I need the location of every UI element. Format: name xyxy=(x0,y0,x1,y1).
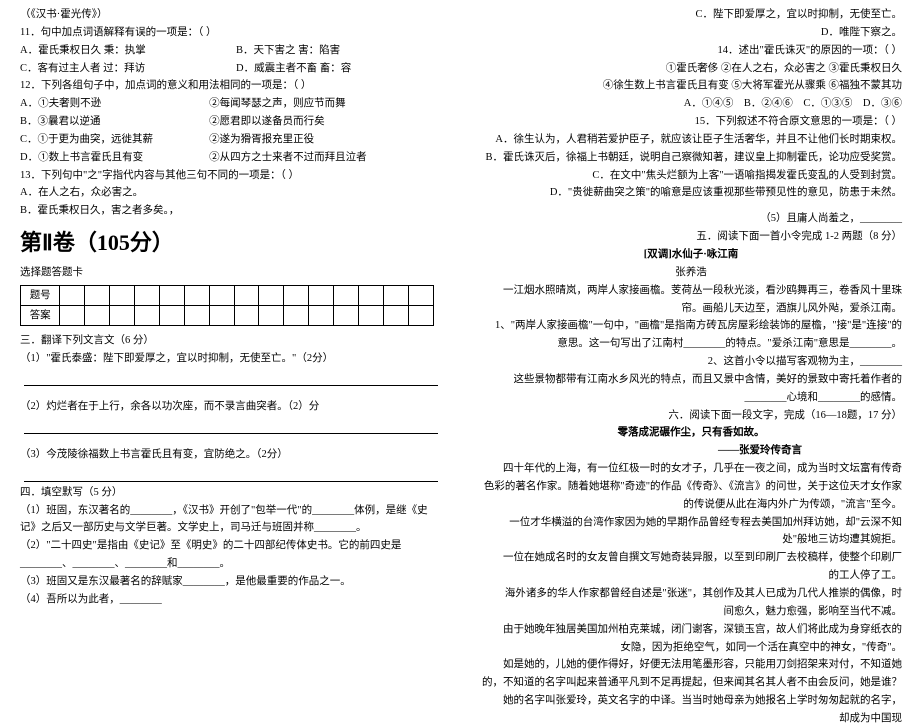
cell[interactable] xyxy=(358,306,383,326)
q5-2a: 2、这首小令以描写客观物为主，________ xyxy=(480,353,902,371)
cell[interactable] xyxy=(383,286,408,306)
q14-opts: A．①④⑤ B．②④⑥ C．①③⑤ D．③⑥ xyxy=(480,95,902,113)
section-3: 三．翻译下列文言文（6 分） xyxy=(20,332,442,350)
cell[interactable] xyxy=(184,286,209,306)
q12a1: A．①夫奢则不逊 xyxy=(20,95,199,113)
cell[interactable] xyxy=(184,306,209,326)
q5-1: 1、"两岸人家接画檐"一句中，"画檐"是指南方砖瓦房屋彩绘装饰的屋檐，"接"是"… xyxy=(480,317,902,353)
cell[interactable] xyxy=(408,286,433,306)
cell[interactable] xyxy=(85,306,110,326)
cell[interactable] xyxy=(234,286,259,306)
cell[interactable] xyxy=(110,306,135,326)
q12b1: B．③曩君以逆通 xyxy=(20,113,199,131)
cell[interactable] xyxy=(85,286,110,306)
s4-3: （3）班固又是东汉最著名的辞赋家________，是他最重要的作品之一。 xyxy=(20,573,442,591)
q13c: C．陛下即爱厚之，宜以时抑制，无使至亡。 xyxy=(480,6,902,24)
cell[interactable] xyxy=(259,306,284,326)
q12c1: C．①于更为曲突，远徙其薪 xyxy=(20,131,199,149)
q12a2: ②每闻琴瑟之声，则应节而舞 xyxy=(209,95,442,113)
q14: 14．述出"霍氏诛灭"的原因的一项：（ ） xyxy=(480,42,902,60)
para6: 如是她的，儿她的便作得好，好便无法用笔墨形容，只能用刀剑招架来对付，不知道她的，… xyxy=(480,656,902,692)
source-ref: （《汉书·霍光传》） xyxy=(20,6,442,24)
q13d: D．唯陛下察之。 xyxy=(480,24,902,42)
cell[interactable] xyxy=(159,306,184,326)
para3: 一位在她成名时的女友曾自撰文写她奇装异服，以至到印刷厂去校稿样，使整个印刷厂的工… xyxy=(480,549,902,585)
cell[interactable] xyxy=(60,286,85,306)
cell[interactable] xyxy=(383,306,408,326)
article-title: 零落成泥碾作尘，只有香如故。 xyxy=(480,424,902,442)
q14-line1: ①霍氏奢侈 ②在人之右，众必害之 ③霍氏秉权日久 xyxy=(480,60,902,78)
q14b: B．②④⑥ xyxy=(744,98,793,109)
q11: 11．句中加点词语解释有误的一项是：（ ） xyxy=(20,24,442,42)
cell[interactable] xyxy=(309,306,334,326)
blank-line[interactable] xyxy=(24,470,438,482)
para2: 一位才华横溢的台湾作家因为她的早期作品曾经专程去美国加州拜访她，却"云深不知处"… xyxy=(480,514,902,550)
s4-2: （2）"二十四史"是指由《史记》至《明史》的二十四部纪传体史书。它的前四史是__… xyxy=(20,537,442,573)
blank-line[interactable] xyxy=(24,374,438,386)
cell[interactable] xyxy=(110,286,135,306)
q15c: C．在文中"焦头烂额为上客"一语喻指揭发霍氏变乱的人受到封赏。 xyxy=(480,167,902,185)
poem-body: 一江烟水照晴岚，两岸人家接画檐。芰荷丛一段秋光淡，看沙鸥舞再三，卷香风十里珠帘。… xyxy=(480,282,902,318)
q11-ac: A．霍氏秉权日久 秉：执掌 xyxy=(20,42,226,60)
cell[interactable] xyxy=(135,286,160,306)
q15d: D．"贵徙薪曲突之策"的喻意是应该重视那些带预见性的意见，防患于未然。 xyxy=(480,184,902,202)
q13a: A．在人之右，众必害之。 xyxy=(20,184,442,202)
s4-1: （1）班固，东汉著名的________，《汉书》开创了"包举一代"的______… xyxy=(20,502,442,538)
q12d2: ②从四方之士来者不过而拜且泣者 xyxy=(209,149,442,167)
article-subtitle: ——张爱玲传奇言 xyxy=(480,442,902,460)
q14d: D．③⑥ xyxy=(863,98,902,109)
para1: 四十年代的上海，有一位红极一时的女才子，几乎在一夜之间，成为当时文坛富有传奇色彩… xyxy=(480,460,902,514)
cell[interactable] xyxy=(358,286,383,306)
q14c: C．①③⑤ xyxy=(803,98,852,109)
cell[interactable] xyxy=(209,306,234,326)
s3-2: （2）灼烂者在于上行，余各以功次座，而不录言曲突者。（2）分 xyxy=(20,398,442,416)
section-heading: 第Ⅱ卷（105分） xyxy=(20,224,442,261)
q13: 13．下列句中"之"字指代内容与其他三句不同的一项是：（ ） xyxy=(20,167,442,185)
q5-2b: 这些景物都带有江南水乡风光的特点，而且又景中含情，美好的景致中寄托着作者的___… xyxy=(480,371,902,407)
cell[interactable] xyxy=(284,286,309,306)
cell[interactable] xyxy=(209,286,234,306)
q15a: A．徐生认为，人君稍若爱护臣子，就应该让臣子生活奢华，并且不让他们长时期束权。 xyxy=(480,131,902,149)
cell[interactable] xyxy=(234,306,259,326)
cell[interactable] xyxy=(60,306,85,326)
poem-title: [双调]水仙子·咏江南 xyxy=(480,246,902,264)
row-head: 答案 xyxy=(21,306,60,326)
poem-author: 张养浩 xyxy=(480,264,902,282)
q12: 12．下列各组句子中，加点词的意义和用法相同的一项是：（ ） xyxy=(20,77,442,95)
q12d1: D．①数上书言霍氏且有变 xyxy=(20,149,199,167)
q12c2: ②遂为猾胥报充里正役 xyxy=(209,131,442,149)
cell[interactable] xyxy=(334,306,359,326)
answer-card-label: 选择题答题卡 xyxy=(20,264,442,282)
q15: 15．下列叙述不符合原文意思的一项是：（ ） xyxy=(480,113,902,131)
answer-table: 题号 答案 xyxy=(20,285,434,326)
cell[interactable] xyxy=(309,286,334,306)
para5: 由于她晚年独居美国加州柏克莱城，闭门谢客，深锁玉宫，故人们将此成为身穿纸衣的女隐… xyxy=(480,621,902,657)
cell[interactable] xyxy=(159,286,184,306)
cell[interactable] xyxy=(284,306,309,326)
q11-b: B．天下害之 害：陷害 xyxy=(236,42,442,60)
row-head: 题号 xyxy=(21,286,60,306)
s4-5: （5）且庸人尚羞之，________ xyxy=(480,210,902,228)
section-6: 六．阅读下面一段文字，完成（16—18题，17 分） xyxy=(480,407,902,425)
q12b2: ②愿君即以遂备员而行矣 xyxy=(209,113,442,131)
section-5: 五．阅读下面一首小令完成 1-2 两题（8 分） xyxy=(480,228,902,246)
cell[interactable] xyxy=(259,286,284,306)
q11-d: D．威震主者不畜 畜：容 xyxy=(236,60,442,78)
cell[interactable] xyxy=(408,306,433,326)
q13b: B．霍氏秉权日久，害之者多矣。， xyxy=(20,202,442,220)
para4: 海外诸多的华人作家都曾经自述是"张迷"，其创作及其人已成为几代人推崇的偶像，时间… xyxy=(480,585,902,621)
para7: 她的名字叫张爱玲，英文名字的中译。当当时她母亲为她报名上学时匆匆起就的名字，却成… xyxy=(480,692,902,728)
s4-4: （4）吾所以为此者，________ xyxy=(20,591,442,609)
blank-line[interactable] xyxy=(24,422,438,434)
q14-line2: ④徐生数上书言霍氏且有变 ⑤大将军霍光从骤乘 ⑥福独不蒙其功 xyxy=(480,77,902,95)
cell[interactable] xyxy=(135,306,160,326)
s3-3: （3）今茂陵徐福数上书言霍氏且有变，宜防绝之。（2分） xyxy=(20,446,442,464)
q11-c: C．客有过主人者 过：拜访 xyxy=(20,60,226,78)
q15b: B．霍氏诛灭后，徐福上书朝廷，说明自己察微知著，建议皇上抑制霍氏，论功应受奖赏。 xyxy=(480,149,902,167)
cell[interactable] xyxy=(334,286,359,306)
s3-1: （1）"霍氏泰盛：陛下即爱厚之，宜以时抑制，无使至亡。"（2分） xyxy=(20,350,442,368)
section-4: 四．填空默写（5 分） xyxy=(20,484,442,502)
q14a: A．①④⑤ xyxy=(684,98,734,109)
